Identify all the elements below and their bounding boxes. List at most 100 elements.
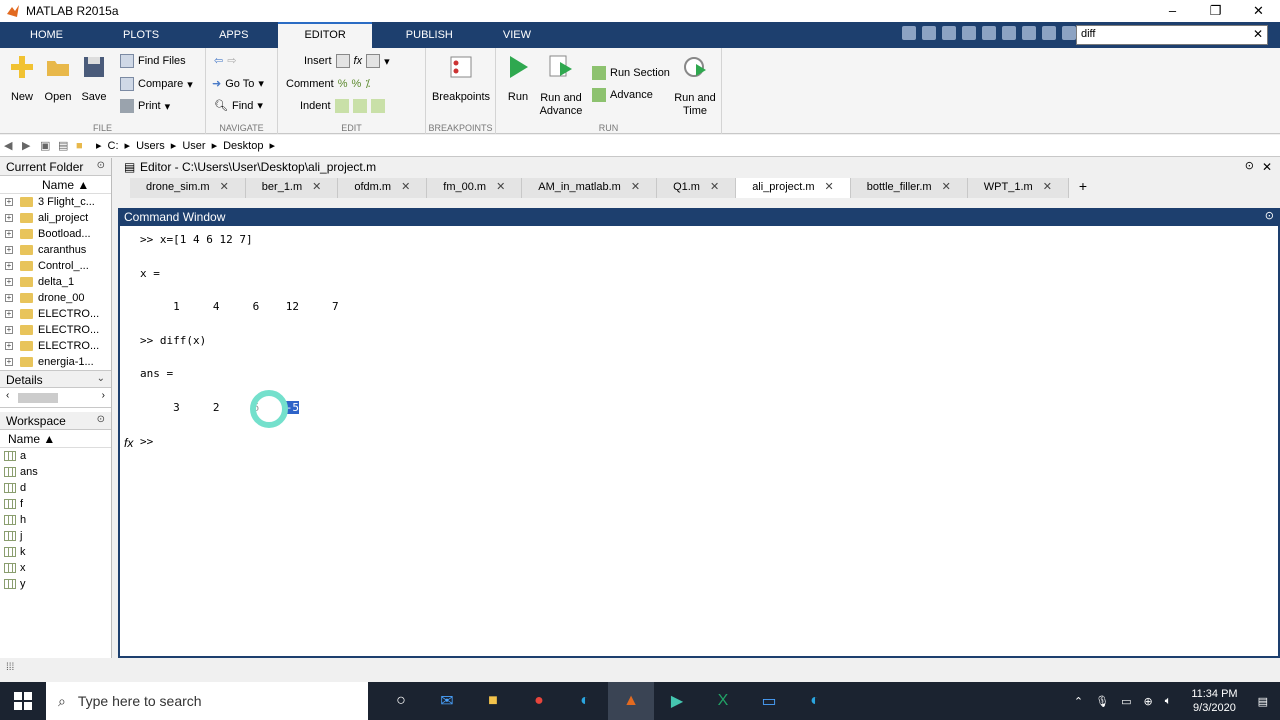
list-item[interactable]: +3 Flight_c... [0,194,111,210]
command-prompt[interactable]: >> [140,435,153,448]
close-tab-icon[interactable]: ✕ [942,181,951,193]
back-forward-buttons[interactable]: ⇦ ⇨ [214,54,236,67]
editor-options-icon[interactable]: ⊙ [1245,159,1254,172]
close-tab-icon[interactable]: ✕ [220,181,229,193]
workspace-variable[interactable]: h [0,512,111,528]
fx-icon[interactable]: fx [354,55,363,67]
clock[interactable]: 11:34 PM 9/3/2020 [1191,687,1237,715]
comment-button[interactable]: Comment%% ⁒ [286,77,370,91]
go-to-button[interactable]: ➜ Go To ▾ [212,77,264,91]
notifications-icon[interactable]: ▤ [1258,695,1268,708]
start-button[interactable] [0,682,46,720]
run-button[interactable]: Run [496,54,540,103]
scroll-right-icon[interactable]: › [102,390,105,401]
file-tab[interactable]: AM_in_matlab.m ✕ [522,178,658,198]
file-tab[interactable]: Q1.m ✕ [657,178,737,198]
decrease-indent-icon[interactable] [370,99,385,113]
list-item[interactable]: + caranthus [0,242,111,258]
battery-icon[interactable]: ▭ [1121,695,1131,708]
tray-chevron-icon[interactable]: ⌃ [1074,695,1083,708]
tab-apps[interactable]: APPS [189,22,278,48]
redo-icon[interactable] [1022,26,1036,40]
list-item[interactable]: + ELECTRO... [0,338,111,354]
file-tab[interactable]: WPT_1.m ✕ [967,178,1069,198]
arrow-right-icon[interactable]: ⇨ [227,54,236,67]
compare-button[interactable]: Compare ▾ [120,77,193,91]
volume-icon[interactable]: 🔈︎ [1165,695,1172,708]
list-item[interactable]: + drone_00 [0,290,111,306]
file-tab[interactable]: bottle_filler.m ✕ [850,178,968,198]
save-button[interactable]: Save [72,54,116,103]
run-and-advance-button[interactable]: Run and Advance [538,54,584,118]
scroll-left-icon[interactable]: ‹ [6,390,9,401]
list-item[interactable]: + delta_1 [0,274,111,290]
new-tab-button[interactable]: + [1069,178,1097,198]
close-tab-icon[interactable]: ✕ [312,181,321,193]
run-and-time-button[interactable]: Run and Time [672,54,718,118]
mail-icon[interactable]: ✉ [424,682,470,720]
insert-button[interactable]: Insert fx ▾ [304,54,390,68]
quick-tool-icon[interactable] [902,26,916,40]
file-tab[interactable]: drone_sim.m ✕ [130,178,246,198]
close-tab-icon[interactable]: ✕ [710,181,719,193]
excel-icon[interactable]: X [700,682,746,720]
edge-icon[interactable]: ◐ [562,682,608,720]
workspace-column-header[interactable]: Name ▲ [0,430,111,448]
microphone-icon[interactable]: 🎙︎ [1095,695,1109,708]
workspace-variable[interactable]: j [0,528,111,544]
list-item[interactable]: + ELECTRO... [0,322,111,338]
back-arrow-icon[interactable]: ◀ [4,139,18,152]
breadcrumb-desktop[interactable]: Desktop [223,140,263,152]
clear-search-icon[interactable]: ✕ [1253,27,1263,41]
smart-indent-icon[interactable] [334,99,349,113]
browse-folder-icon[interactable]: ▤ [58,139,72,152]
breadcrumb-drive[interactable]: C: [108,140,119,152]
media-player-icon[interactable]: ▶ [654,682,700,720]
fx-function-browser-icon[interactable]: fx [124,436,133,450]
matlab-taskbar-icon[interactable]: ▲ [608,682,654,720]
undo-icon[interactable] [1002,26,1016,40]
close-button[interactable]: ✕ [1237,0,1280,22]
close-tab-icon[interactable]: ✕ [496,181,505,193]
list-item[interactable]: + ali_project [0,210,111,226]
panel-options-icon[interactable]: ⊙ [97,160,105,171]
save-icon[interactable] [922,26,936,40]
close-tab-icon[interactable]: ✕ [825,181,834,193]
workspace-variable[interactable]: d [0,480,111,496]
copy-icon[interactable] [962,26,976,40]
edge-dev-icon[interactable]: ◐ [792,682,838,720]
cut-icon[interactable] [942,26,956,40]
file-tab[interactable]: fm_00.m ✕ [427,178,523,198]
tab-plots[interactable]: PLOTS [93,22,189,48]
workspace-variable[interactable]: a [0,448,111,464]
close-tab-icon[interactable]: ✕ [401,181,410,193]
increase-indent-icon[interactable] [352,99,367,113]
workspace-variable[interactable]: x [0,560,111,576]
find-button[interactable]: 🔍︎ Find ▾ [214,99,263,113]
scroll-thumb[interactable] [18,393,58,403]
panel-options-icon[interactable]: ⊙ [97,414,105,425]
paste-icon[interactable] [982,26,996,40]
command-window-options-icon[interactable]: ⊙ [1265,209,1274,222]
command-window[interactable]: >> x=[1 4 6 12 7] x = 1 4 6 12 7 >> diff… [118,226,1280,658]
documentation-search-input[interactable]: diff ✕ [1076,25,1268,45]
tab-publish[interactable]: PUBLISH [372,22,487,48]
percent-icon[interactable]: % [338,78,348,90]
arrow-left-icon[interactable]: ⇦ [214,54,223,67]
minimize-button[interactable]: – [1151,0,1194,22]
taskbar-search-input[interactable]: ⌕ Type here to search [46,682,368,720]
tab-editor[interactable]: EDITOR [278,22,372,48]
current-folder-column-header[interactable]: Name ▲ [0,176,111,194]
breakpoints-button[interactable]: Breakpoints [430,54,492,103]
file-explorer-icon[interactable]: ■ [470,682,516,720]
current-folder-address-bar[interactable]: ◀ ▶ ▣ ▤ ■ ▸ C: ▸ Users ▸ User ▸ Desktop … [0,135,1280,157]
cortana-icon[interactable]: ○ [378,682,424,720]
network-icon[interactable]: ⊕ [1143,695,1152,708]
chrome-icon[interactable]: ● [516,682,562,720]
print-button[interactable]: Print ▾ [120,99,170,113]
list-item[interactable]: + Control_... [0,258,111,274]
wrap-comment-icon[interactable]: ⁒ [365,77,370,90]
horizontal-scrollbar[interactable]: ‹ › [0,388,111,408]
list-item[interactable]: + energia-1... [0,354,111,370]
workspace-variable[interactable]: y [0,576,111,592]
